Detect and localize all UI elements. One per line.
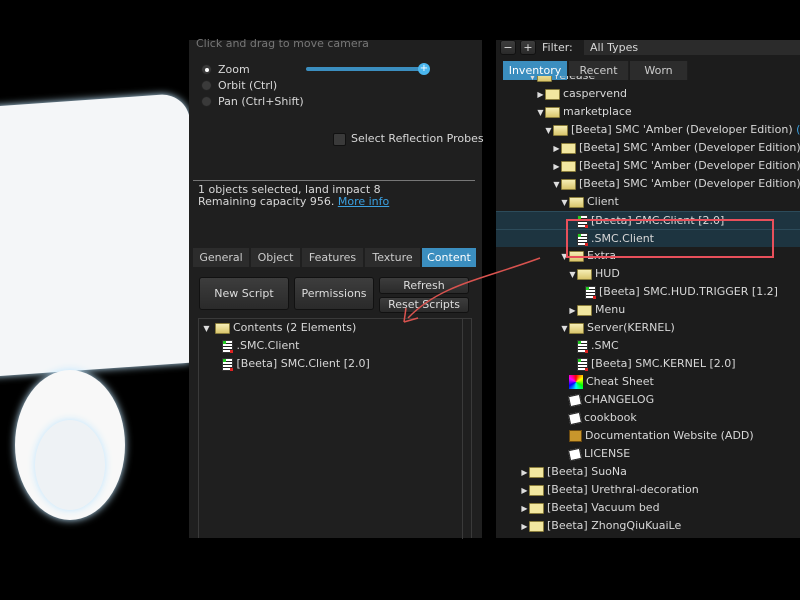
annotation-arrow (403, 257, 541, 323)
